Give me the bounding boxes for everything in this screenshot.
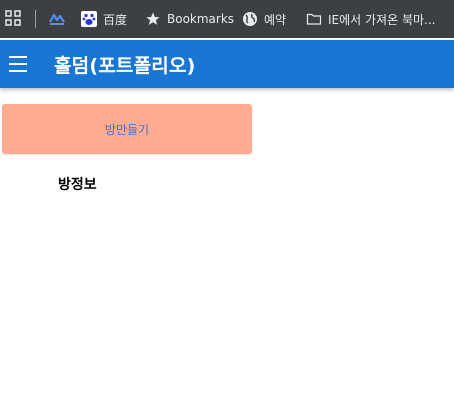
bookmark-label: 예약: [264, 12, 287, 27]
bookmark-baidu[interactable]: 百度: [81, 5, 127, 33]
star-icon: [145, 11, 161, 27]
hamburger-menu-icon[interactable]: [9, 56, 27, 72]
bookmark-ie-folder[interactable]: IE에서 가져온 북마...: [306, 5, 435, 33]
page-title: 홀덤(포트폴리오): [54, 55, 196, 77]
bookmark-bookmarks[interactable]: Bookmarks: [145, 5, 234, 33]
bookmark-label: 百度: [103, 12, 128, 27]
google-news-icon: [49, 11, 65, 27]
globe-icon: [242, 11, 258, 27]
bookmark-label: IE에서 가져온 북마...: [328, 12, 436, 27]
folder-icon: [306, 11, 322, 27]
bookmark-google-news[interactable]: [49, 5, 71, 33]
create-room-button[interactable]: 방만들기: [2, 104, 252, 154]
app-bar: 홀덤(포트폴리오): [0, 40, 454, 88]
room-info-heading: 방정보: [58, 177, 97, 193]
bookmark-reservation[interactable]: 예약: [242, 5, 286, 33]
apps-grid-icon[interactable]: [5, 10, 21, 26]
bookmarks-bar: 百度 Bookmarks 예약 IE에서 가져온 북마...: [0, 0, 454, 38]
bookmark-label: Bookmarks: [167, 12, 235, 26]
bookmarks-separator: [35, 10, 36, 28]
baidu-paw-icon: [81, 11, 97, 27]
